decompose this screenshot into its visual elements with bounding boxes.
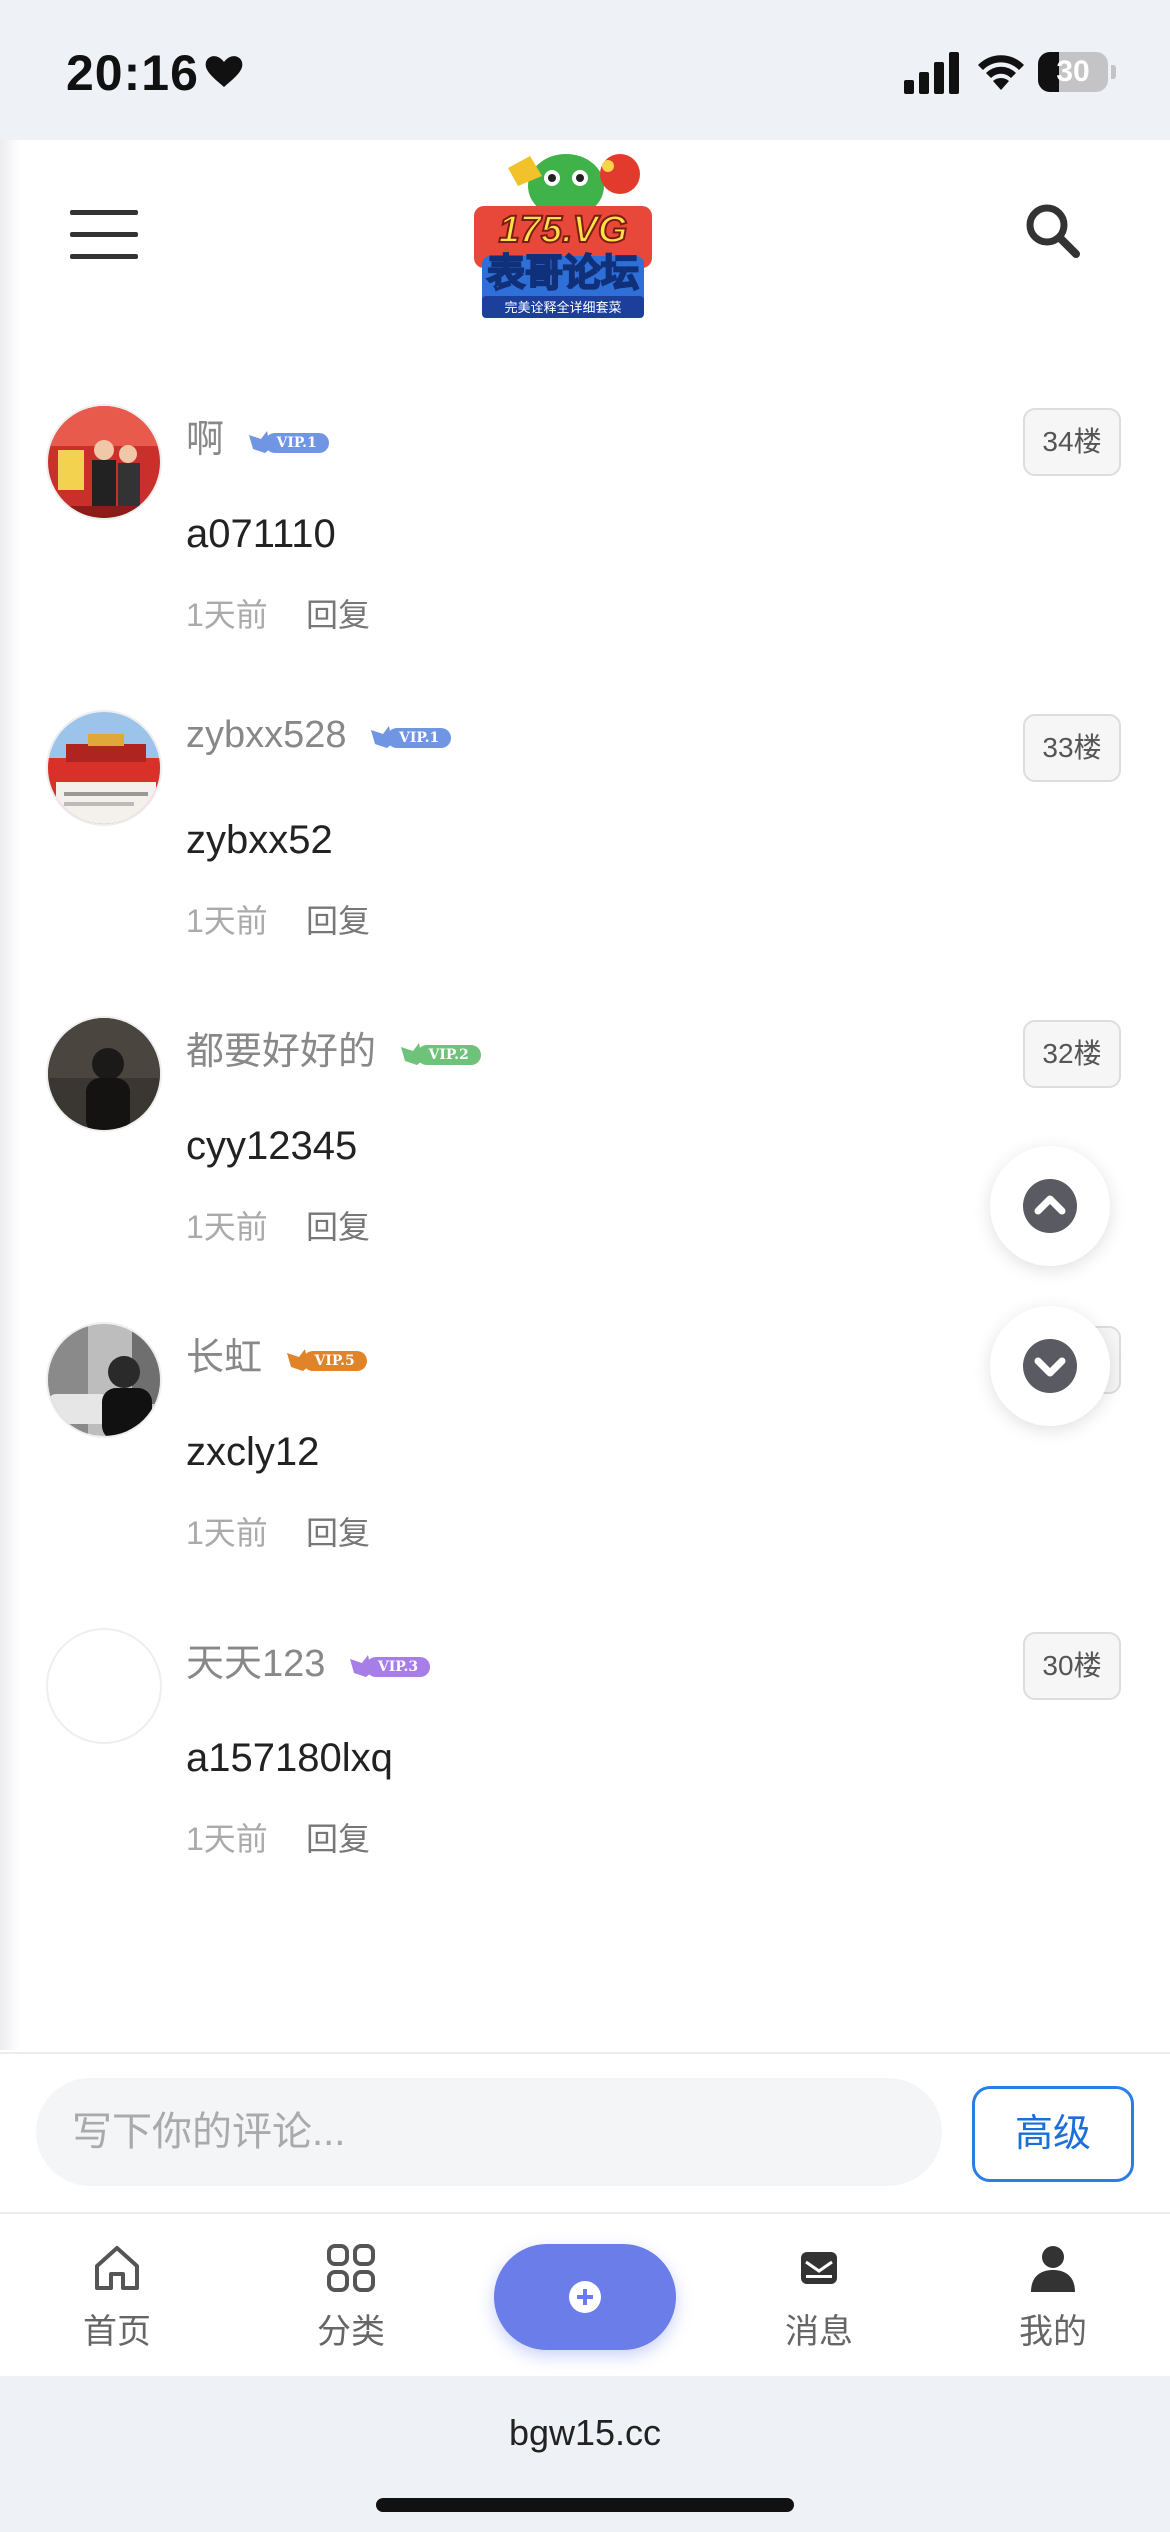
floor-badge[interactable]: 32楼	[1023, 1020, 1121, 1088]
avatar[interactable]	[46, 1016, 162, 1132]
scroll-down-button[interactable]	[990, 1306, 1110, 1426]
vip-badge: VIP.2	[399, 1041, 483, 1067]
chevron-up-icon	[1034, 1195, 1066, 1215]
battery-icon: 30	[1038, 52, 1116, 92]
nav-categories[interactable]: 分类	[276, 2242, 426, 2362]
grid-icon	[327, 2244, 375, 2292]
avatar[interactable]	[46, 404, 162, 520]
home-icon	[95, 2246, 139, 2290]
comment-content: cyy12345	[186, 1124, 358, 1168]
nav-mine[interactable]: 我的	[978, 2242, 1128, 2362]
nav-home[interactable]: 首页	[42, 2242, 192, 2362]
avatar[interactable]	[46, 710, 162, 826]
scroll-up-button[interactable]	[990, 1146, 1110, 1266]
avatar[interactable]	[46, 1322, 162, 1438]
vip-wing-icon	[400, 1042, 429, 1065]
logo-slogan: 完美诠释全详细套菜	[504, 300, 621, 316]
comment-time: 1天前	[186, 597, 268, 633]
comment-input[interactable]	[36, 2078, 942, 2186]
chevron-down-icon	[1034, 1357, 1066, 1377]
floor-badge[interactable]: 33楼	[1023, 714, 1121, 782]
reply-button[interactable]: 回复	[306, 590, 370, 636]
comment-item: 天天123 VIP.3 30楼 a157180lxq 1天前 回复	[0, 1628, 1170, 1934]
url-text[interactable]: bgw15.cc	[0, 2412, 1170, 2454]
comment-content: zxcly12	[186, 1430, 320, 1474]
username[interactable]: 天天123 VIP.3	[186, 1632, 432, 1687]
bottom-nav: 首页 分类 消息 我的	[0, 2212, 1170, 2376]
status-time: 20:16	[66, 45, 199, 101]
comment-item: zybxx528 VIP.1 33楼 zybxx52 1天前 回复	[0, 710, 1170, 1016]
wifi-icon	[978, 55, 1024, 90]
username[interactable]: 啊 VIP.1	[186, 408, 331, 463]
home-indicator[interactable]	[376, 2498, 794, 2512]
status-bar: 20:16 30	[0, 0, 1170, 140]
reply-button[interactable]: 回复	[306, 1508, 370, 1554]
logo-title-main: 表哥论坛	[487, 251, 639, 295]
comment-item: 啊 VIP.1 34楼 a071110 1天前 回复	[0, 404, 1170, 710]
user-icon	[1031, 2246, 1075, 2292]
vip-wing-icon	[248, 430, 277, 453]
comment-time: 1天前	[186, 1515, 268, 1551]
menu-icon[interactable]	[70, 210, 140, 262]
comment-time: 1天前	[186, 903, 268, 939]
forum-logo[interactable]: 175.VG 表哥论坛 完美诠释全详细套菜	[470, 146, 656, 322]
vip-wing-icon	[286, 1348, 315, 1371]
cellular-signal-icon	[904, 52, 959, 94]
floor-badge[interactable]: 34楼	[1023, 408, 1121, 476]
avatar[interactable]	[46, 1628, 162, 1744]
header: 175.VG 表哥论坛 完美诠释全详细套菜	[0, 140, 1170, 340]
envelope-icon	[801, 2252, 837, 2284]
plus-circle-icon	[569, 2281, 601, 2313]
reply-button[interactable]: 回复	[306, 1814, 370, 1860]
logo-title-top: 175.VG	[499, 209, 628, 251]
battery-percent: 30	[1056, 55, 1090, 88]
comment-time: 1天前	[186, 1209, 268, 1245]
comment-content: zybxx52	[186, 818, 333, 862]
nav-messages[interactable]: 消息	[744, 2242, 894, 2362]
comment-content: a157180lxq	[186, 1736, 393, 1780]
username[interactable]: zybxx528 VIP.1	[186, 714, 453, 757]
vip-wing-icon	[371, 725, 400, 748]
floor-badge[interactable]: 30楼	[1023, 1632, 1121, 1700]
vip-badge: VIP.1	[247, 429, 331, 455]
comment-item: 都要好好的 VIP.2 32楼 cyy12345 1天前 回复	[0, 1016, 1170, 1322]
new-post-button[interactable]	[494, 2244, 676, 2350]
reply-button[interactable]: 回复	[306, 896, 370, 942]
advanced-button[interactable]: 高级	[972, 2086, 1134, 2182]
username[interactable]: 都要好好的 VIP.2	[186, 1020, 483, 1075]
vip-badge: VIP.3	[348, 1653, 432, 1679]
browser-url-bar: bgw15.cc	[0, 2376, 1170, 2532]
comment-time: 1天前	[186, 1821, 268, 1857]
comment-content: a071110	[186, 512, 336, 556]
reply-button[interactable]: 回复	[306, 1202, 370, 1248]
vip-wing-icon	[349, 1654, 378, 1677]
comment-bar: 高级	[0, 2052, 1170, 2212]
vip-badge: VIP.1	[369, 724, 453, 750]
vip-badge: VIP.5	[285, 1347, 369, 1373]
heart-icon	[205, 56, 243, 87]
username[interactable]: 长虹 VIP.5	[186, 1326, 369, 1381]
search-icon[interactable]	[1022, 200, 1082, 260]
